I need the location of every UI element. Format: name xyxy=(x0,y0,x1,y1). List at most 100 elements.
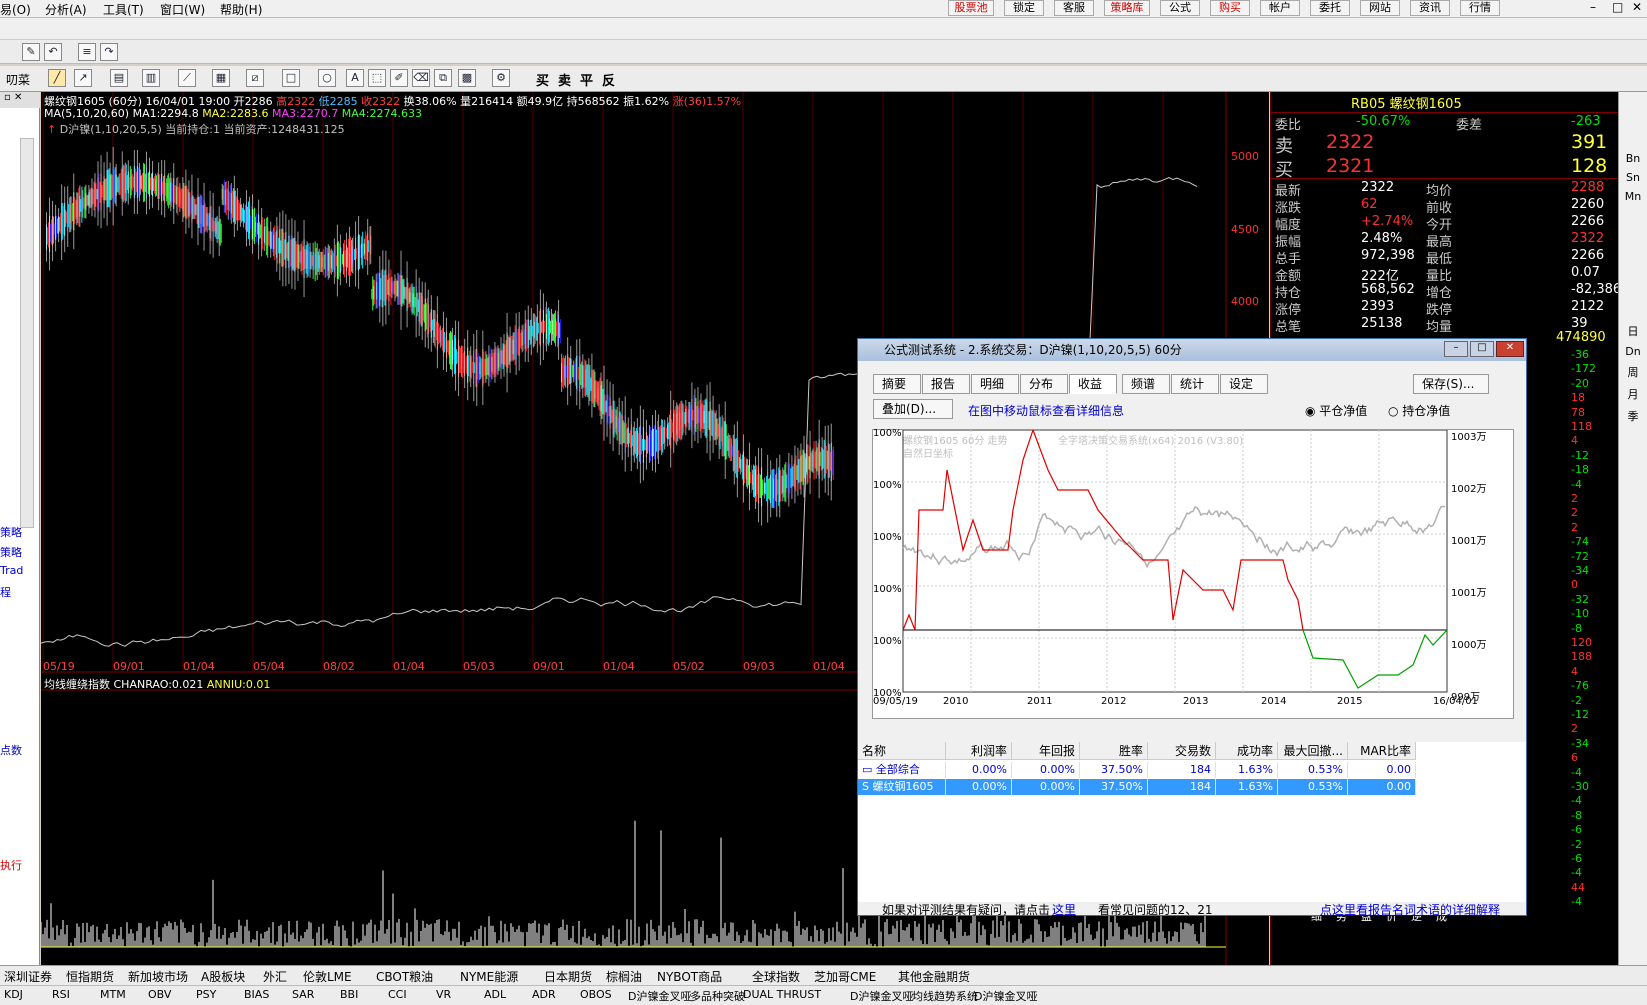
equity-plot-svg[interactable] xyxy=(873,428,1513,718)
settings-icon[interactable]: ⚙ xyxy=(492,69,510,87)
draw-line-icon[interactable]: ╱ xyxy=(48,69,66,87)
market-tab[interactable]: NYME能源 xyxy=(460,968,518,985)
menu-item-trade[interactable]: 易(O) xyxy=(0,1,31,18)
market-tab[interactable]: 新加坡市场 xyxy=(128,968,188,985)
minimize-icon[interactable]: – xyxy=(1590,0,1596,14)
equity-plot[interactable]: 螺纹钢1605 60分 走势 全字塔决策交易系统(x64) 2016 (V3.8… xyxy=(872,428,1514,719)
table-header-cell[interactable]: 利润率 xyxy=(946,742,1012,760)
table-header-cell[interactable]: 名称 xyxy=(858,742,946,760)
trade-close-button[interactable]: 平 xyxy=(580,70,593,89)
market-tab[interactable]: A股板块 xyxy=(201,968,245,985)
close-icon[interactable]: ✕ xyxy=(1632,0,1642,14)
trend-icon[interactable]: ⟋ xyxy=(178,69,196,87)
market-tab[interactable]: 恒指期货 xyxy=(66,968,114,985)
market-tab[interactable]: CBOT粮油 xyxy=(376,968,433,985)
table-cell[interactable]: 1.63% xyxy=(1216,762,1278,778)
period-dn[interactable]: Dn xyxy=(1619,345,1647,358)
save-button[interactable]: 保存(S)... xyxy=(1413,374,1489,394)
period-mn[interactable]: Mn xyxy=(1619,190,1647,203)
table-row-name[interactable]: S 螺纹钢1605 xyxy=(858,779,946,795)
indicator-tab[interactable]: BIAS xyxy=(244,988,269,1001)
indicator-tab[interactable]: SAR xyxy=(292,988,314,1001)
indicator-tab[interactable]: BBI xyxy=(340,988,358,1001)
formula-button[interactable]: 公式 xyxy=(1160,0,1200,16)
dialog-maximize-icon[interactable]: □ xyxy=(1470,341,1494,357)
menu-item-help[interactable]: 帮助(H) xyxy=(220,1,262,18)
table-cell[interactable]: 37.50% xyxy=(1080,779,1148,795)
market-tab[interactable]: 芝加哥CME xyxy=(814,968,876,985)
table-row-name[interactable]: ▭ 全部综合 xyxy=(858,762,946,778)
table-cell[interactable]: 1.63% xyxy=(1216,779,1278,795)
tab-detail[interactable]: 明细 xyxy=(971,374,1019,394)
radio-hold-equity[interactable]: ○ 持仓净值 xyxy=(1388,402,1450,419)
indicator-tab[interactable]: DUAL THRUST xyxy=(743,988,821,1001)
table-cell[interactable]: 184 xyxy=(1148,762,1216,778)
indicator-tab[interactable]: D沪镍金叉哑 xyxy=(850,988,913,1004)
indicator-tab[interactable]: 均线趋势系统 xyxy=(912,988,978,1004)
trade-buy-button[interactable]: 买 xyxy=(536,70,549,89)
select-icon[interactable]: ⬚ xyxy=(368,69,386,87)
eraser-icon[interactable]: ⌫ xyxy=(412,69,430,87)
bar-icon[interactable]: ▤ xyxy=(110,69,128,87)
table-header-cell[interactable]: 年回报 xyxy=(1012,742,1080,760)
period-month[interactable]: 月 xyxy=(1619,386,1647,402)
copy-icon[interactable]: ⧉ xyxy=(434,69,452,87)
indicator-tab[interactable]: KDJ xyxy=(4,988,23,1001)
left-scrollbar[interactable] xyxy=(20,138,34,528)
grid-icon[interactable]: ▩ xyxy=(458,69,476,87)
table-header-cell[interactable]: 最大回撤... xyxy=(1278,742,1348,760)
text-icon[interactable]: A xyxy=(346,69,364,87)
buy-button[interactable]: 购买 xyxy=(1210,0,1250,16)
left-label-5[interactable]: 点数 xyxy=(0,742,22,758)
period-quarter[interactable]: 季 xyxy=(1619,408,1647,424)
circle-icon[interactable]: ○ xyxy=(318,69,336,87)
service-button[interactable]: 客服 xyxy=(1054,0,1094,16)
list-icon[interactable]: ≡ xyxy=(78,43,96,61)
table-cell[interactable]: 184 xyxy=(1148,779,1216,795)
market-tab[interactable]: 其他金融期货 xyxy=(898,968,970,985)
radio-close-equity[interactable]: ◉ 平仓净值 xyxy=(1305,402,1367,419)
market-tab[interactable]: 全球指数 xyxy=(752,968,800,985)
stock-pool-button[interactable]: 股票池 xyxy=(948,0,994,16)
tab-returns[interactable]: 收益 xyxy=(1069,374,1117,394)
market-tab[interactable]: 日本期货 xyxy=(544,968,592,985)
maximize-icon[interactable]: □ xyxy=(1612,0,1623,14)
indicator-tab[interactable]: MTM xyxy=(100,988,126,1001)
table-header-cell[interactable]: 交易数 xyxy=(1148,742,1216,760)
footer-glossary-link[interactable]: 点这里看报告名词术语的详细解释 xyxy=(1320,901,1500,918)
left-label-2[interactable]: 策略 xyxy=(0,544,22,560)
account-button[interactable]: 帐户 xyxy=(1260,0,1300,16)
arrow-icon[interactable]: ↗ xyxy=(74,69,92,87)
indicator-tab[interactable]: OBOS xyxy=(580,988,612,1001)
table-cell[interactable]: 0.53% xyxy=(1278,779,1348,795)
table-cell[interactable]: 0.00% xyxy=(946,779,1012,795)
period-day[interactable]: 日 xyxy=(1619,323,1647,339)
market-button[interactable]: 行情 xyxy=(1460,0,1500,16)
trade-reverse-button[interactable]: 反 xyxy=(602,70,615,89)
tab-spectrum[interactable]: 频谱 xyxy=(1122,374,1170,394)
website-button[interactable]: 网站 xyxy=(1360,0,1400,16)
pin-icon[interactable]: ▫ ✕ xyxy=(0,92,40,108)
indicator-tab[interactable]: VR xyxy=(436,988,451,1001)
indicator-tab[interactable]: CCI xyxy=(388,988,407,1001)
menu-item-window[interactable]: 窗口(W) xyxy=(160,1,205,18)
dialog-close-icon[interactable]: ✕ xyxy=(1496,341,1524,357)
order-button[interactable]: 委托 xyxy=(1310,0,1350,16)
brush-icon[interactable]: ✐ xyxy=(390,69,408,87)
table-cell[interactable]: 0.00 xyxy=(1348,779,1416,795)
rect-icon[interactable]: □ xyxy=(282,69,300,87)
fib-icon[interactable]: ▦ xyxy=(212,69,230,87)
period-bn[interactable]: Bn xyxy=(1619,152,1647,165)
lock-button[interactable]: 锁定 xyxy=(1004,0,1044,16)
table-header-cell[interactable]: 成功率 xyxy=(1216,742,1278,760)
redo-icon[interactable]: ↷ xyxy=(100,43,118,61)
table-header-cell[interactable]: MAR比率 xyxy=(1348,742,1416,760)
tab-statistics[interactable]: 统计 xyxy=(1171,374,1219,394)
edit-icon[interactable]: ✎ xyxy=(22,43,40,61)
channel-icon[interactable]: ⧄ xyxy=(246,69,264,87)
market-tab[interactable]: 伦敦LME xyxy=(303,968,352,985)
results-table[interactable]: 名称 利润率 年回报 胜率 交易数 成功率 最大回撤... MAR比率 ▭ 全部综合 0.00%… xyxy=(858,742,1526,902)
menu-item-analysis[interactable]: 分析(A) xyxy=(45,1,87,18)
indicator-tab[interactable]: OBV xyxy=(148,988,171,1001)
left-label-3[interactable]: Trad xyxy=(0,564,23,577)
